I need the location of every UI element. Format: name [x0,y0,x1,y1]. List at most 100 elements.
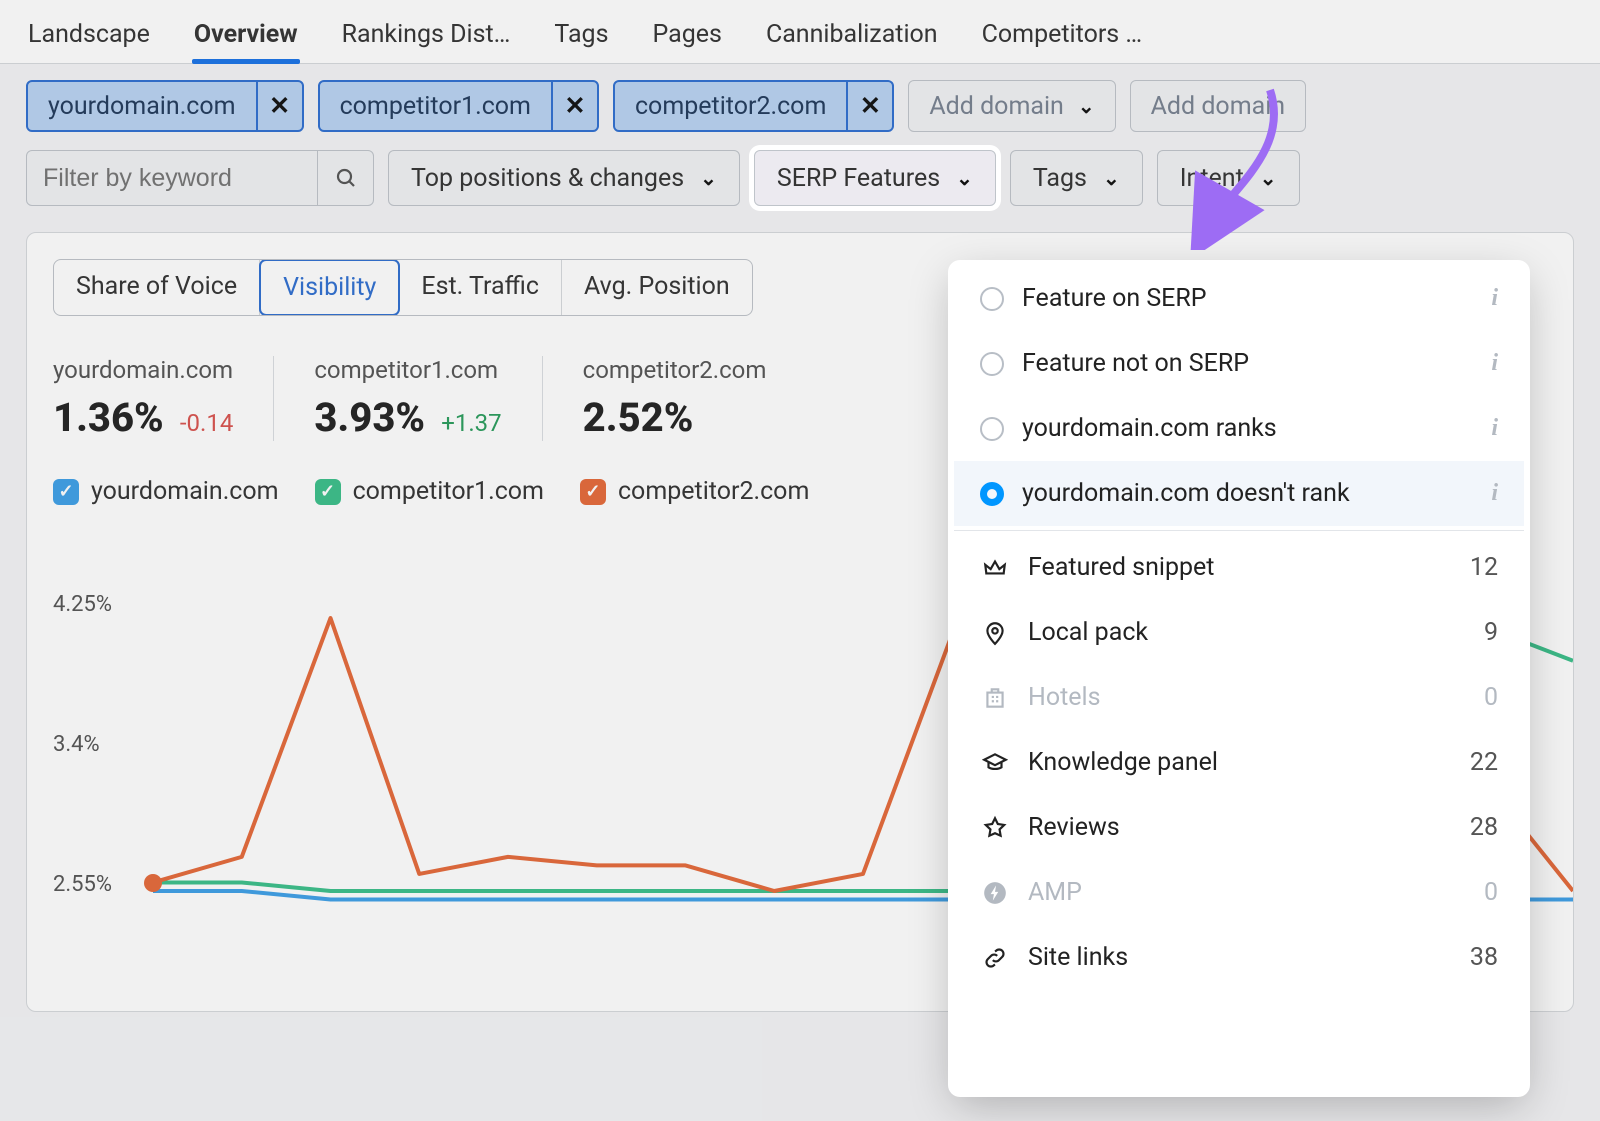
filter-row: Top positions & changes ⌄ SERP Features … [0,132,1600,206]
seg-visibility[interactable]: Visibility [259,259,400,316]
y-tick: 2.55% [53,872,112,897]
metric-block: competitor1.com 3.93% +1.37 [274,356,542,441]
chevron-down-icon: ⌄ [1103,166,1120,190]
legend-label: competitor1.com [353,477,544,506]
info-icon[interactable]: i [1491,415,1498,442]
positions-dropdown[interactable]: Top positions & changes ⌄ [388,150,740,206]
radio-label: yourdomain.com ranks [1022,414,1473,443]
dropdown-label: Tags [1033,164,1087,193]
tab-rankings[interactable]: Rankings Dist… [340,10,513,63]
checkbox-icon: ✓ [315,479,341,505]
legend-item[interactable]: ✓ competitor2.com [580,477,809,506]
remove-domain-button[interactable]: ✕ [846,82,892,130]
feature-count: 0 [1484,683,1498,712]
feature-label: Site links [1028,943,1452,972]
feature-featured-snippet[interactable]: Featured snippet 12 [954,535,1524,600]
search-button[interactable] [317,151,373,205]
tab-landscape[interactable]: Landscape [26,10,152,63]
dropdown-label: SERP Features [777,164,940,193]
add-domain-dropdown[interactable]: Add domain [1130,80,1306,132]
info-icon[interactable]: i [1491,285,1498,312]
serp-radio-doesnt-rank[interactable]: yourdomain.com doesn't rank i [954,461,1524,526]
tags-dropdown[interactable]: Tags ⌄ [1010,150,1143,206]
feature-reviews[interactable]: Reviews 28 [954,795,1524,860]
legend-label: yourdomain.com [91,477,279,506]
metric-block: competitor2.com 2.52% [543,356,807,441]
metric-delta: -0.14 [180,409,233,437]
serp-radio-feature-on[interactable]: Feature on SERP i [954,266,1524,331]
info-icon[interactable]: i [1491,350,1498,377]
legend-label: competitor2.com [618,477,809,506]
feature-site-links[interactable]: Site links 38 [954,925,1524,990]
tab-pages[interactable]: Pages [651,10,724,63]
feature-label: Featured snippet [1028,553,1452,582]
pin-icon [980,620,1010,646]
crown-icon [980,555,1010,581]
feature-label: Local pack [1028,618,1466,647]
data-point-icon [144,874,162,892]
chevron-down-icon: ⌄ [956,166,973,190]
domain-chip: yourdomain.com ✕ [26,80,304,132]
feature-knowledge-panel[interactable]: Knowledge panel 22 [954,730,1524,795]
legend-item[interactable]: ✓ competitor1.com [315,477,544,506]
radio-label: Feature not on SERP [1022,349,1473,378]
add-domain-label: Add domain [929,92,1063,121]
y-tick: 3.4% [53,732,100,757]
bolt-icon [980,880,1010,906]
intent-dropdown[interactable]: Intent ⌄ [1157,150,1300,206]
serp-radio-feature-not-on[interactable]: Feature not on SERP i [954,331,1524,396]
radio-label: yourdomain.com doesn't rank [1022,479,1473,508]
legend-item[interactable]: ✓ yourdomain.com [53,477,279,506]
keyword-filter [26,150,374,206]
feature-label: Reviews [1028,813,1452,842]
metric-segmented: Share of Voice Visibility Est. Traffic A… [53,259,753,316]
remove-domain-button[interactable]: ✕ [256,82,302,130]
domain-chip-label: competitor1.com [320,92,551,121]
feature-hotels[interactable]: Hotels 0 [954,665,1524,730]
metric-value: 2.52% [583,394,694,441]
metric-domain: yourdomain.com [53,356,233,384]
domain-chip-label: yourdomain.com [28,92,256,121]
radio-icon [980,417,1004,441]
search-icon [334,166,358,190]
domain-chip: competitor2.com ✕ [613,80,894,132]
feature-amp[interactable]: AMP 0 [954,860,1524,925]
info-icon[interactable]: i [1491,480,1498,507]
domain-chip-label: competitor2.com [615,92,846,121]
radio-icon [980,482,1004,506]
chevron-down-icon: ⌄ [1078,94,1095,118]
tab-tags[interactable]: Tags [552,10,610,63]
link-icon [980,945,1010,971]
metric-value: 1.36% [53,394,164,441]
feature-count: 22 [1470,748,1498,777]
chevron-down-icon: ⌄ [700,166,717,190]
star-icon [980,815,1010,841]
domain-row: yourdomain.com ✕ competitor1.com ✕ compe… [0,64,1600,132]
main-tabs: Landscape Overview Rankings Dist… Tags P… [0,0,1600,64]
tab-overview[interactable]: Overview [192,10,300,63]
feature-count: 38 [1470,943,1498,972]
metric-block: yourdomain.com 1.36% -0.14 [53,356,274,441]
seg-share-of-voice[interactable]: Share of Voice [54,260,260,315]
tab-competitors[interactable]: Competitors … [980,10,1145,63]
remove-domain-button[interactable]: ✕ [551,82,597,130]
feature-label: Hotels [1028,683,1466,712]
y-tick: 4.25% [53,592,112,617]
serp-features-dropdown[interactable]: SERP Features ⌄ [754,150,996,206]
feature-count: 12 [1470,553,1498,582]
dropdown-label: Intent [1180,164,1244,193]
feature-local-pack[interactable]: Local pack 9 [954,600,1524,665]
feature-label: AMP [1028,878,1466,907]
add-domain-dropdown[interactable]: Add domain ⌄ [908,80,1115,132]
tab-cannibalization[interactable]: Cannibalization [764,10,940,63]
metric-domain: competitor1.com [314,356,501,384]
serp-radio-ranks[interactable]: yourdomain.com ranks i [954,396,1524,461]
keyword-filter-input[interactable] [27,164,317,193]
divider [954,530,1524,531]
metric-delta: +1.37 [441,409,501,437]
dropdown-label: Top positions & changes [411,164,684,193]
serp-features-panel: Feature on SERP i Feature not on SERP i … [954,266,1524,1091]
seg-avg-position[interactable]: Avg. Position [562,260,752,315]
feature-count: 28 [1470,813,1498,842]
seg-est-traffic[interactable]: Est. Traffic [399,260,562,315]
